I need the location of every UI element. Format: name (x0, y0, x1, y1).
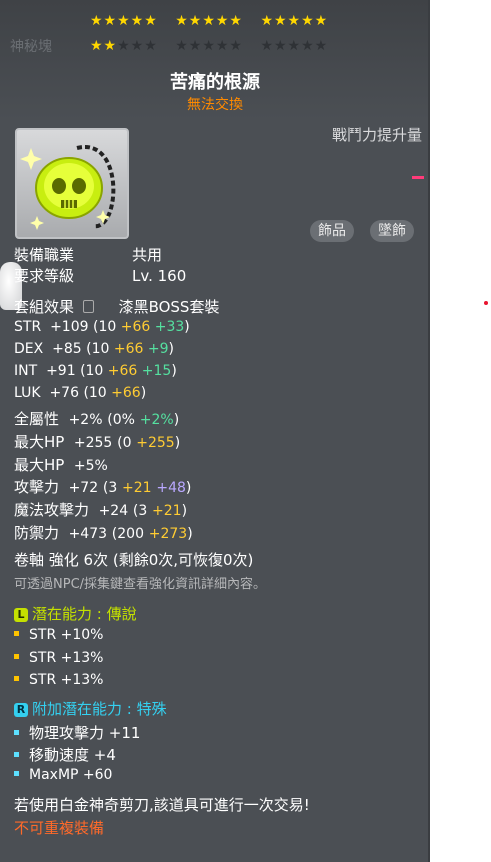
rare-badge-icon: R (14, 703, 28, 717)
additional-potential-header: R 附加潛在能力 : 特殊 (14, 698, 167, 719)
potential-header: L 潛在能力 : 傳說 (14, 603, 137, 624)
star-empty: ★★★ (117, 38, 158, 54)
star-filled: ★★ (90, 38, 118, 54)
item-tooltip: 神秘塊 ★★★★★ ★★★★★ ★★★★★ ★★★★★ ★★★★★ ★★★★★ … (0, 0, 430, 862)
background-ghost-text: 神秘塊 (10, 39, 52, 55)
skull-pendant-icon (20, 144, 116, 230)
stat-maxhp: 最大HP +255 (0 +255) (14, 433, 181, 451)
red-dot-marker (484, 301, 488, 305)
legendary-badge-icon: L (14, 608, 28, 622)
star-empty: ★★★★★ (175, 38, 243, 54)
additional-potential-line: 物理攻擊力 +11 (14, 722, 140, 743)
stat-maxhp-percent: 最大HP +5% (14, 456, 108, 474)
stat-magic-attack: 魔法攻擊力 +24 (3 +21) (14, 501, 188, 519)
unique-equip-notice: 不可重複裝備 (14, 819, 105, 837)
stat-all: 全屬性 +2% (0% +2%) (14, 410, 180, 428)
bullet-icon (14, 676, 19, 681)
stat-str: STR +109 (10 +66 +33) (14, 319, 190, 335)
upgrade-hint: 可透過NPC/採集鍵查看強化資訊詳細內容。 (14, 577, 267, 592)
bullet-icon (14, 730, 19, 735)
stat-dex: DEX +85 (10 +66 +9) (14, 341, 174, 357)
potential-line: STR +10% (14, 627, 103, 643)
potential-line: STR +13% (14, 650, 103, 666)
item-icon-frame (15, 128, 129, 239)
category-tag: 飾品 (310, 220, 354, 242)
bullet-icon (14, 631, 19, 636)
combat-power-indicator (412, 176, 424, 179)
job-row: 裝備職業 共用 (14, 246, 163, 264)
scissors-notice: 若使用白金神奇剪刀,該道具可進行一次交易! (14, 796, 310, 814)
bullet-icon (14, 752, 19, 757)
star-group: ★★★★★ (90, 13, 158, 29)
combat-power-label: 戰鬥力提升量 (331, 126, 422, 144)
bullet-icon (14, 771, 19, 776)
starforce-row-1: ★★★★★ ★★★★★ ★★★★★ (90, 13, 340, 29)
additional-potential-line: 移動速度 +4 (14, 744, 116, 765)
subcategory-tag: 墜飾 (370, 220, 414, 242)
potential-line: STR +13% (14, 672, 103, 688)
starforce-row-2: ★★★★★ ★★★★★ ★★★★★ (90, 38, 340, 54)
stat-luk: LUK +76 (10 +66) (14, 385, 147, 401)
stat-defense: 防禦力 +473 (200 +273) (14, 524, 193, 542)
additional-potential-line: MaxMP +60 (14, 767, 112, 783)
stat-attack: 攻擊力 +72 (3 +21 +48) (14, 478, 192, 496)
level-row: 要求等級 Lv. 160 (14, 267, 187, 285)
stat-int: INT +91 (10 +66 +15) (14, 363, 177, 379)
set-effect-row: 套組效果 漆黑BOSS套裝 (14, 298, 220, 316)
trade-status: 無法交換 (187, 97, 243, 113)
star-group: ★★★★★ (175, 13, 243, 29)
star-empty: ★★★★★ (260, 38, 329, 54)
star-group: ★★★★★ (260, 13, 329, 29)
scroll-upgrade-info: 卷軸 強化 6次 (剩餘0次,可恢復0次) (14, 551, 254, 569)
bullet-icon (14, 654, 19, 659)
lock-icon (82, 300, 94, 313)
item-name: 苦痛的根源 (170, 72, 260, 93)
